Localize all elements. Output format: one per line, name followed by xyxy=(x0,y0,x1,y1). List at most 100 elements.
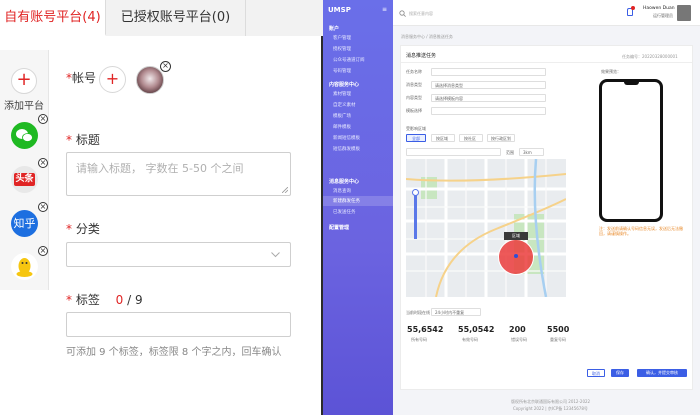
tags-input[interactable] xyxy=(66,312,291,337)
search-input[interactable]: 搜索任意内容 xyxy=(409,11,433,17)
account-label: *帐号 xyxy=(66,69,96,86)
required-mark: * xyxy=(66,293,76,307)
sidebar-section-message[interactable]: 消息服务中心 xyxy=(329,178,359,185)
sidebar-section-account[interactable]: 账户 xyxy=(329,25,339,32)
sidebar-item[interactable]: 号码管理 xyxy=(333,68,351,74)
range-label: 范围 xyxy=(506,150,514,155)
required-mark: * xyxy=(66,222,76,236)
platform-list: + 添加平台 × 头条 × 知乎 × × xyxy=(0,50,49,290)
phone-preview xyxy=(599,79,663,222)
stat-dup-value: 5500 xyxy=(547,325,570,334)
chip-district-label: 按行政区划 xyxy=(491,136,511,141)
category-label-text: 分类 xyxy=(75,222,100,236)
required-mark: * xyxy=(66,133,76,147)
map-search-input[interactable] xyxy=(406,148,501,156)
submit-button[interactable]: 确认，并提交审核 xyxy=(637,369,687,377)
task-card: 消息推送任务 任务编号：20220328000001 任务名称 消息类型 请选择… xyxy=(400,45,693,390)
task-name-label: 任务名称 xyxy=(406,69,422,74)
range-value: 3km xyxy=(523,150,532,155)
publish-panel: 自有账号平台(4) 已授权账号平台(0) + 添加平台 × 头条 × 知乎 × xyxy=(0,0,323,415)
category-select[interactable] xyxy=(66,242,291,267)
template-select[interactable] xyxy=(431,107,546,115)
stat-all-label: 所有号码 xyxy=(411,337,427,342)
footer-line-2: Copyright 2022 | 京ICP备 12345678号 xyxy=(513,406,588,411)
remove-account-icon[interactable]: × xyxy=(160,61,171,72)
sidebar-item[interactable]: 邮件模板 xyxy=(333,124,351,130)
stat-all-value: 55,6542 xyxy=(407,325,444,334)
tags-max: 9 xyxy=(135,293,143,307)
top-bar: 搜索任意内容 Haowen Duan 运行管理员 xyxy=(393,0,700,26)
sidebar-item-active[interactable]: 新建群发任务 xyxy=(333,198,360,204)
chip-community[interactable]: 按社区 xyxy=(459,134,483,142)
account-label-text: 帐号 xyxy=(72,71,97,85)
sidebar-item[interactable]: 素材管理 xyxy=(333,91,351,97)
task-name-input[interactable] xyxy=(431,68,546,76)
menu-toggle-icon[interactable]: ≡ xyxy=(382,6,387,13)
admin-content: 搜索任意内容 Haowen Duan 运行管理员 消息服务中心 / 消息推送任务… xyxy=(393,0,700,415)
sidebar-item[interactable]: 消息查询 xyxy=(333,188,351,194)
sidebar-item[interactable]: 授权管理 xyxy=(333,46,351,52)
time-value: 24小时内不重复 xyxy=(435,310,465,315)
zhihu-icon[interactable]: 知乎 xyxy=(11,210,38,237)
time-select[interactable]: 24小时内不重复 xyxy=(431,308,481,316)
task-number: 任务编号：20220328000001 xyxy=(622,54,678,59)
account-avatar[interactable] xyxy=(136,66,164,94)
title-input[interactable]: 请输入标题， 字数在 5-50 个之间 xyxy=(66,152,291,196)
phone-notch xyxy=(624,82,639,85)
zoom-slider[interactable] xyxy=(414,194,417,239)
msg-type-select[interactable]: 请选择消息类型 xyxy=(431,81,546,89)
save-button[interactable]: 保存 xyxy=(611,369,629,377)
content-type-select[interactable]: 请选择模板内容 xyxy=(431,94,546,102)
toutiao-logo-text: 头条 xyxy=(14,173,35,186)
chip-district[interactable]: 按行政区划 xyxy=(487,134,515,142)
stat-valid-label: 有效号码 xyxy=(462,337,478,342)
remove-qq-icon[interactable]: × xyxy=(38,246,48,256)
stat-valid-value: 55,0542 xyxy=(458,325,495,334)
tab-bar-filler xyxy=(246,0,323,36)
remove-zhihu-icon[interactable]: × xyxy=(38,202,48,212)
resize-handle-icon[interactable] xyxy=(282,187,288,193)
card-title: 消息推送任务 xyxy=(406,53,437,59)
sidebar-item[interactable]: 模板广场 xyxy=(333,113,351,119)
remove-wechat-icon[interactable]: × xyxy=(38,114,48,124)
wechat-icon[interactable] xyxy=(11,122,38,149)
user-role: 运行管理员 xyxy=(653,13,673,18)
add-platform-button[interactable]: + xyxy=(11,68,37,94)
preview-note: 注：发送前请确认号码信息无误，发送后无法撤回，请谨慎操作。 xyxy=(599,226,683,236)
qq-icon[interactable] xyxy=(11,253,38,280)
title-placeholder: 请输入标题， 字数在 5-50 个之间 xyxy=(76,162,244,175)
user-name: Haowen Duan xyxy=(643,6,675,11)
footer-line-1: 版权所有北京联通国际有限公司 2012-2022 xyxy=(511,399,591,404)
stat-dup-label: 重复号码 xyxy=(550,337,566,342)
zoom-handle[interactable] xyxy=(412,189,419,196)
map-view[interactable]: 区域 xyxy=(406,159,566,297)
map-tooltip: 区域 xyxy=(504,232,528,240)
sidebar-item[interactable]: 客户管理 xyxy=(333,35,351,41)
account-tabs: 自有账号平台(4) 已授权账号平台(0) xyxy=(0,0,323,36)
cancel-button[interactable]: 取消 xyxy=(587,369,605,377)
add-account-button[interactable]: + xyxy=(99,66,126,93)
sidebar-item[interactable]: 短信群发模板 xyxy=(333,146,360,152)
admin-sidebar: UMSP ≡ 账户 客户管理 授权管理 公众号通道订阅 号码管理 内容服务中心 … xyxy=(323,0,393,415)
add-platform-label: 添加平台 xyxy=(4,101,44,112)
sidebar-item[interactable]: 新闻短信模板 xyxy=(333,135,360,141)
search-icon[interactable] xyxy=(399,10,406,17)
user-avatar[interactable] xyxy=(677,5,691,21)
sidebar-section-config[interactable]: 配置管理 xyxy=(329,224,349,231)
remove-toutiao-icon[interactable]: × xyxy=(38,158,48,168)
sidebar-item[interactable]: 自定义素材 xyxy=(333,102,356,108)
range-select[interactable]: 3km xyxy=(519,148,544,156)
sidebar-section-content[interactable]: 内容服务中心 xyxy=(329,81,359,88)
toutiao-icon[interactable]: 头条 xyxy=(11,166,38,193)
card-divider xyxy=(401,62,692,63)
breadcrumb: 消息服务中心 / 消息推送任务 xyxy=(401,34,453,39)
chip-region[interactable]: 按区域 xyxy=(431,134,455,142)
content-type-label: 内容类型 xyxy=(406,95,422,100)
tab-authorized-accounts[interactable]: 已授权账号平台(0) xyxy=(106,0,246,36)
stat-error-label: 错误号码 xyxy=(511,337,527,342)
tab-own-accounts[interactable]: 自有账号平台(4) xyxy=(0,0,106,36)
template-label: 模板选择 xyxy=(406,108,422,113)
chip-all[interactable]: 全部 xyxy=(406,134,426,142)
sidebar-item[interactable]: 公众号通道订阅 xyxy=(333,57,365,63)
sidebar-item[interactable]: 已发送任务 xyxy=(333,209,356,215)
